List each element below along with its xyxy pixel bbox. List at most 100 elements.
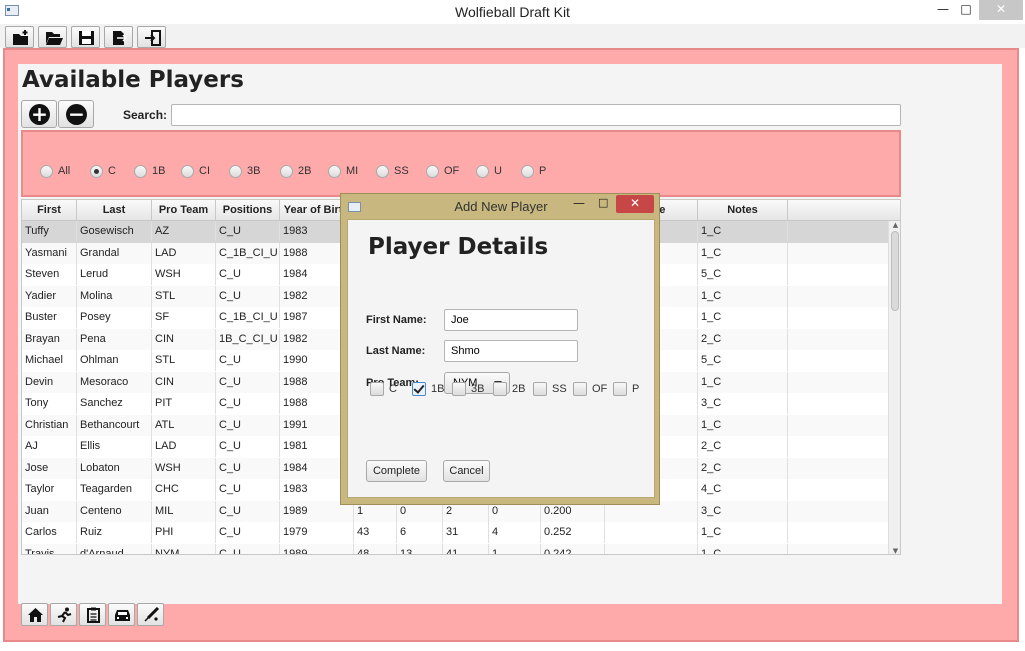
table-cell: Gosewisch	[77, 221, 152, 242]
position-checkbox-label: SS	[552, 383, 567, 395]
radio-dot[interactable]	[426, 165, 439, 178]
first-name-field[interactable]	[444, 309, 578, 331]
window-titlebar: Wolfieball Draft Kit — □ ✕	[0, 0, 1025, 24]
checkbox-box[interactable]	[533, 382, 547, 396]
new-draft-button[interactable]	[5, 26, 34, 48]
search-input[interactable]	[171, 104, 901, 126]
table-cell: 3_C	[698, 393, 788, 414]
table-cell: Sanchez	[77, 393, 152, 414]
table-cell: 1_C	[698, 543, 788, 554]
position-checkbox-label: 3B	[471, 383, 485, 395]
filter-radio-label: 3B	[247, 165, 261, 177]
radio-dot[interactable]	[521, 165, 534, 178]
checkbox-box[interactable]	[613, 382, 627, 396]
table-cell: 48	[354, 543, 397, 554]
dialog-title: Add New Player	[454, 199, 548, 214]
column-header[interactable]: Last	[77, 200, 152, 221]
checkbox-box[interactable]	[412, 382, 426, 396]
last-name-field[interactable]	[444, 340, 578, 362]
window-title: Wolfieball Draft Kit	[455, 4, 570, 20]
table-cell: 1_C	[698, 414, 788, 436]
table-cell: STL	[152, 350, 216, 371]
filter-radio-label: SS	[394, 165, 409, 177]
minimize-button[interactable]: —	[932, 0, 954, 20]
home-screen-button[interactable]	[21, 603, 48, 626]
column-header[interactable]: Pro Team	[152, 200, 216, 221]
checkbox-box[interactable]	[452, 382, 466, 396]
table-cell: 0.242	[541, 543, 605, 554]
draft-screen-button[interactable]	[108, 603, 135, 626]
table-cell: C_U	[216, 543, 280, 554]
table-scrollbar[interactable]: ▲ ▼	[888, 221, 900, 554]
table-row[interactable]: Travis d'Arnaud NYM C_U 1989 48 13 41 1 0.242 1_C	[22, 543, 888, 554]
dialog-close-button[interactable]: ✕	[616, 195, 654, 213]
table-cell: WSH	[152, 264, 216, 285]
mlb-teams-screen-button[interactable]	[137, 603, 164, 626]
radio-dot[interactable]	[376, 165, 389, 178]
radio-dot[interactable]	[134, 165, 147, 178]
table-cell: Centeno	[77, 500, 152, 522]
radio-dot[interactable]	[229, 165, 242, 178]
complete-button[interactable]: Complete	[366, 460, 427, 482]
players-screen-button[interactable]	[50, 603, 77, 626]
table-cell: Buster	[22, 307, 77, 328]
table-cell: 1	[489, 543, 541, 554]
filter-radio-label: 2B	[298, 165, 312, 177]
table-cell: CHC	[152, 479, 216, 500]
table-cell: 5_C	[698, 350, 788, 371]
cancel-button[interactable]: Cancel	[443, 460, 490, 482]
radio-dot[interactable]	[328, 165, 341, 178]
table-cell: C_U	[216, 436, 280, 457]
table-cell: 1_C	[698, 522, 788, 543]
radio-dot[interactable]	[476, 165, 489, 178]
search-label: Search:	[123, 108, 168, 122]
table-cell: Ellis	[77, 436, 152, 457]
close-window-button[interactable]: ✕	[979, 0, 1023, 20]
table-cell: MIL	[152, 500, 216, 522]
runner-icon	[57, 607, 72, 623]
scroll-up-icon[interactable]: ▲	[891, 221, 900, 229]
exit-icon	[145, 30, 161, 46]
table-cell: 31	[443, 522, 489, 543]
scroll-thumb[interactable]	[891, 231, 899, 311]
table-row[interactable]: Carlos Ruiz PHI C_U 1979 43 6 31 4 0.252 1_C	[22, 522, 888, 544]
radio-dot[interactable]	[280, 165, 293, 178]
table-cell: NYM	[152, 543, 216, 554]
table-cell: CIN	[152, 371, 216, 393]
maximize-button[interactable]: □	[955, 0, 977, 20]
table-cell: 13	[397, 543, 443, 554]
checkbox-box[interactable]	[493, 382, 507, 396]
radio-dot[interactable]	[40, 165, 53, 178]
minus-icon: −	[66, 104, 87, 125]
table-cell: C_U	[216, 393, 280, 414]
table-cell: 1979	[280, 522, 354, 543]
export-draft-button[interactable]	[104, 26, 133, 48]
dialog-maximize-button[interactable]: □	[598, 196, 608, 209]
home-icon	[28, 608, 43, 622]
remove-player-button[interactable]: −	[58, 100, 94, 128]
standings-screen-button[interactable]	[79, 603, 106, 626]
checkbox-box[interactable]	[370, 382, 384, 396]
column-header[interactable]: First	[22, 200, 77, 221]
table-cell: Carlos	[22, 522, 77, 543]
add-player-button[interactable]: +	[21, 100, 57, 128]
column-header[interactable]: Positions	[216, 200, 280, 221]
table-cell: 0.252	[541, 522, 605, 543]
table-cell: Molina	[77, 285, 152, 307]
open-draft-button[interactable]	[38, 26, 67, 48]
table-cell	[605, 522, 698, 543]
table-cell: WSH	[152, 457, 216, 479]
dialog-minimize-button[interactable]: —	[573, 196, 585, 210]
radio-dot[interactable]	[181, 165, 194, 178]
table-cell: Yadier	[22, 285, 77, 307]
checkbox-box[interactable]	[573, 382, 587, 396]
save-draft-button[interactable]	[71, 26, 100, 48]
radio-dot[interactable]	[90, 165, 103, 178]
exit-button[interactable]	[137, 26, 166, 48]
scroll-down-icon[interactable]: ▼	[891, 547, 900, 554]
filter-radio-label: MI	[346, 165, 359, 177]
column-header[interactable]: Notes	[698, 200, 788, 221]
table-cell: STL	[152, 285, 216, 307]
save-icon	[79, 31, 94, 45]
position-checkbox-label: OF	[592, 383, 608, 395]
